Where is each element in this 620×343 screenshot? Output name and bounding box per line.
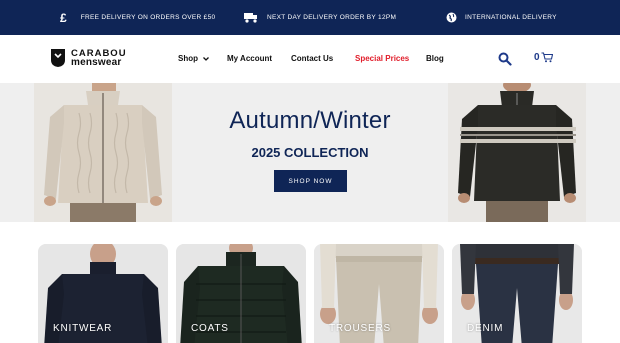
logo-mark-icon [51, 49, 65, 67]
free-delivery-text: FREE DELIVERY ON ORDERS OVER £50 [80, 14, 216, 21]
international-delivery-notice: INTERNATIONAL DELIVERY [446, 0, 557, 35]
cart-count: 0 [534, 52, 540, 63]
search-button[interactable] [498, 52, 512, 66]
nav-blog[interactable]: Blog [426, 54, 444, 63]
carabou-logo[interactable]: CARABOU menswear [50, 48, 127, 68]
hero-subtitle: 2025 COLLECTION [251, 145, 369, 160]
category-tile-denim[interactable]: DENIM [452, 244, 582, 343]
globe-icon [446, 12, 457, 23]
nav-contact-us-label: Contact Us [291, 54, 334, 63]
cart-button[interactable]: 0 [534, 52, 553, 63]
top-info-bar: £ FREE DELIVERY ON ORDERS OVER £50 NEXT … [0, 0, 620, 35]
next-day-delivery-text: NEXT DAY DELIVERY ORDER BY 12PM [267, 14, 397, 21]
pound-icon: £ [60, 10, 67, 25]
hero-title: Autumn/Winter [229, 107, 391, 134]
nav-my-account[interactable]: My Account [227, 54, 272, 63]
category-label-denim: DENIM [467, 323, 504, 334]
hero-image-cream-cardigan [34, 83, 172, 222]
category-tile-trousers[interactable]: TROUSERS [314, 244, 444, 343]
shop-now-button[interactable]: SHOP NOW [274, 170, 347, 192]
cart-icon [541, 52, 553, 63]
category-label-trousers: TROUSERS [329, 323, 391, 334]
hero-image-striped-jumper [448, 83, 586, 222]
free-delivery-notice: £ FREE DELIVERY ON ORDERS OVER £50 [60, 0, 215, 35]
category-label-knitwear: KNITWEAR [53, 323, 113, 334]
international-delivery-text: INTERNATIONAL DELIVERY [465, 14, 557, 21]
nav-blog-label: Blog [426, 54, 444, 63]
logo-text-line2: menswear [71, 57, 122, 68]
truck-icon [244, 12, 259, 23]
nav-special-prices[interactable]: Special Prices [355, 54, 409, 63]
nav-special-prices-label: Special Prices [355, 54, 410, 63]
nav-my-account-label: My Account [227, 54, 273, 63]
category-tile-coats[interactable]: COATS [176, 244, 306, 343]
nav-shop-label: Shop [178, 54, 198, 63]
nav-shop[interactable]: Shop [178, 54, 209, 63]
chevron-down-icon [203, 56, 209, 61]
category-grid: KNITWEAR COATS TROUSERS DENIM [0, 222, 620, 343]
category-tile-knitwear[interactable]: KNITWEAR [38, 244, 168, 343]
category-label-coats: COATS [191, 323, 229, 334]
nav-contact-us[interactable]: Contact Us [291, 54, 333, 63]
hero-banner: Autumn/Winter 2025 COLLECTION SHOP NOW [0, 83, 620, 222]
next-day-delivery-notice: NEXT DAY DELIVERY ORDER BY 12PM [244, 0, 396, 35]
site-header: CARABOU menswear Shop My Account Contact… [0, 35, 620, 83]
search-icon [498, 52, 512, 66]
